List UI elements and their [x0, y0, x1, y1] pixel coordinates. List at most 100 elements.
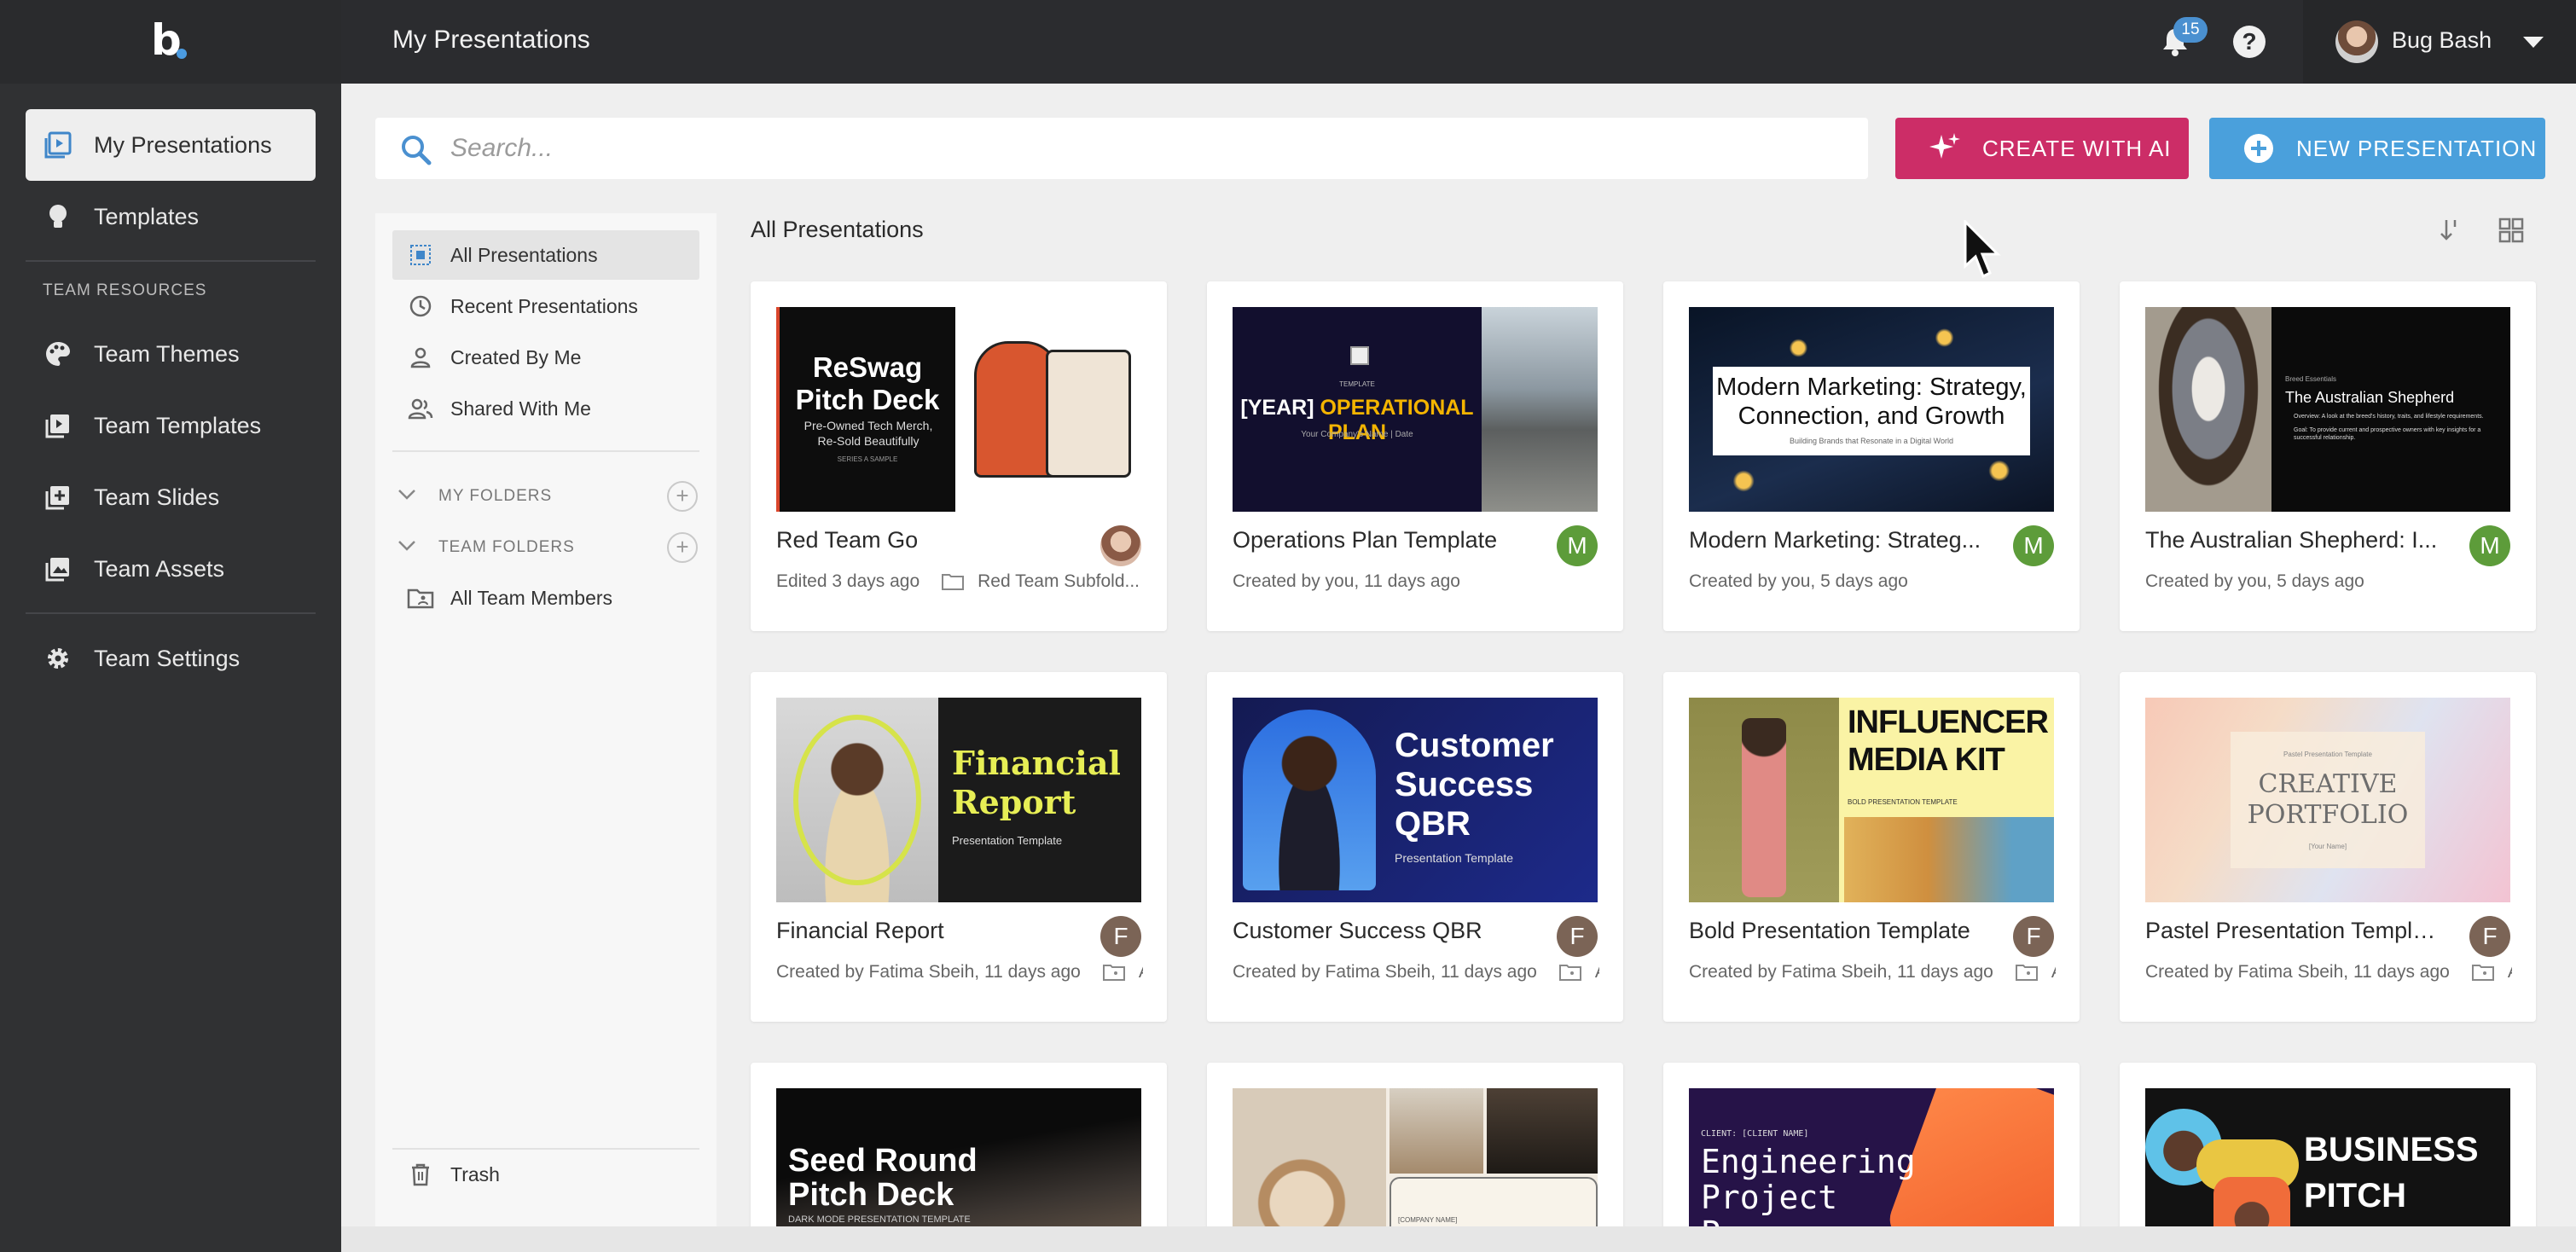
nav-label: Team Assets: [94, 555, 225, 582]
card-folder-name[interactable]: A: [1595, 962, 1599, 982]
merch-illustration: [1046, 350, 1131, 478]
lightbulb-icon: [41, 200, 75, 234]
card-folder-name[interactable]: A: [2051, 962, 2056, 982]
user-menu[interactable]: Bug Bash: [2303, 0, 2576, 84]
thumb-title: INFLUENCER: [1848, 704, 2049, 740]
presentation-thumbnail[interactable]: Modern Marketing: Strategy, Connection, …: [1689, 307, 2054, 512]
card-title: Customer Success QBR: [1233, 918, 1482, 943]
search-input[interactable]: [450, 128, 1815, 169]
thumb-subtitle: [Your Name]: [2308, 843, 2347, 850]
chevron-down-icon[interactable]: [397, 540, 423, 556]
nav-templates[interactable]: Templates: [26, 181, 316, 252]
folder-all-presentations[interactable]: All Presentations: [392, 230, 699, 280]
team-folder-icon: [1558, 964, 1581, 981]
mouse-cursor-icon: [1964, 218, 2003, 281]
card-meta-text: Created by Fatima Sbeih, 11 days ago: [776, 962, 1081, 982]
card-folder-name[interactable]: A: [1139, 962, 1143, 982]
folder-label: All Presentations: [450, 243, 598, 266]
avatar: M: [2013, 525, 2054, 566]
thumb-title: Pitch Deck: [788, 1177, 954, 1213]
thumb-title: Success: [1395, 766, 1534, 803]
thumb-title-year: [YEAR]: [1240, 396, 1314, 420]
presentation-card[interactable]: ReSwag Pitch Deck Pre-Owned Tech Merch, …: [751, 281, 1167, 631]
presentation-thumbnail[interactable]: Breed Essentials The Australian Shepherd…: [2145, 307, 2510, 512]
my-folders-group[interactable]: MY FOLDERS +: [392, 478, 699, 515]
presentation-thumbnail[interactable]: Pastel Presentation Template CREATIVE PO…: [2145, 698, 2510, 902]
chevron-down-icon[interactable]: [397, 489, 423, 505]
mountain-road-photo: [1482, 307, 1598, 512]
card-meta-text: Created by you, 5 days ago: [2145, 571, 2364, 591]
presentation-thumbnail[interactable]: INFLUENCER MEDIA KIT BOLD PRESENTATION T…: [1689, 698, 2054, 902]
nav-my-presentations[interactable]: My Presentations: [26, 109, 316, 181]
card-meta: Created by Fatima Sbeih, 11 days ago A: [1233, 962, 1599, 982]
presentation-thumbnail[interactable]: ReSwag Pitch Deck Pre-Owned Tech Merch, …: [776, 307, 1141, 512]
folder-all-team-members[interactable]: All Team Members: [392, 573, 699, 623]
section-title: All Presentations: [751, 217, 924, 242]
thumb-title: Customer: [1395, 727, 1554, 764]
sort-icon[interactable]: [2436, 217, 2463, 244]
folder-shared-with-me[interactable]: Shared With Me: [392, 384, 699, 433]
card-folder-name[interactable]: A: [2508, 962, 2512, 982]
presentation-card[interactable]: Pastel Presentation Template CREATIVE PO…: [2120, 672, 2536, 1022]
folder-label: Recent Presentations: [450, 294, 638, 317]
thumb-subtitle: Pre-Owned Tech Merch, Re-Sold Beautifull…: [804, 419, 933, 448]
create-with-ai-button[interactable]: CREATE WITH AI: [1895, 118, 2189, 179]
search-icon: [399, 133, 433, 167]
folder-created-by-me[interactable]: Created By Me: [392, 333, 699, 382]
top-bar: My Presentations 15 ? Bug Bash: [341, 0, 2576, 84]
palette-icon: [41, 337, 75, 371]
nav-team-assets[interactable]: Team Assets: [26, 533, 316, 605]
search-box: [375, 118, 1868, 179]
team-folders-group[interactable]: TEAM FOLDERS +: [392, 529, 699, 566]
thumb-tag: CLIENT: [CLIENT NAME]: [1701, 1129, 1809, 1139]
presentation-card[interactable]: Financial Report Presentation Template F…: [751, 672, 1167, 1022]
grid-view-icon[interactable]: [2498, 217, 2525, 244]
team-folders-label: TEAM FOLDERS: [438, 538, 575, 556]
card-folder-name[interactable]: Red Team Subfold...: [978, 571, 1140, 592]
notification-badge[interactable]: 15: [2173, 17, 2208, 43]
avatar: M: [1557, 525, 1598, 566]
presentation-card[interactable]: Seed Round Pitch Deck DARK MODE PRESENTA…: [751, 1063, 1167, 1252]
nav-team-settings[interactable]: Team Settings: [26, 623, 316, 694]
help-icon[interactable]: ?: [2233, 26, 2266, 58]
add-my-folder-button[interactable]: +: [667, 481, 698, 512]
thumb-subtitle: BOLD PRESENTATION TEMPLATE: [1848, 798, 1958, 806]
new-presentation-button[interactable]: NEW PRESENTATION: [2209, 118, 2545, 179]
avatar: [1100, 525, 1141, 566]
card-meta-text: Created by Fatima Sbeih, 11 days ago: [1689, 962, 1993, 982]
presentation-card[interactable]: CLIENT: [CLIENT NAME] Engineering Projec…: [1663, 1063, 2080, 1252]
card-meta: Created by Fatima Sbeih, 11 days ago A: [776, 962, 1143, 982]
card-meta-text: Created by you, 5 days ago: [1689, 571, 1908, 591]
card-meta-text: Edited 3 days ago: [776, 571, 920, 591]
page-title: My Presentations: [392, 26, 590, 54]
trash-folder[interactable]: Trash: [392, 1150, 699, 1199]
card-title: The Australian Shepherd: I...: [2145, 527, 2438, 553]
bottom-edge: [341, 1226, 2576, 1252]
presentation-card[interactable]: [COMPANY NAME]: [1207, 1063, 1623, 1252]
presentation-card[interactable]: Customer Success QBR Presentation Templa…: [1207, 672, 1623, 1022]
card-title: Bold Presentation Template: [1689, 918, 1970, 943]
thumb-title: PITCH: [2304, 1177, 2406, 1214]
add-team-folder-button[interactable]: +: [667, 532, 698, 563]
presentation-card[interactable]: TEMPLATE [YEAR] OPERATIONAL PLAN Your Co…: [1207, 281, 1623, 631]
card-meta: Created by you, 11 days ago: [1233, 571, 1599, 592]
nav-label: Team Slides: [94, 484, 220, 510]
presentation-thumbnail[interactable]: Customer Success QBR Presentation Templa…: [1233, 698, 1598, 902]
presentation-card[interactable]: INFLUENCER MEDIA KIT BOLD PRESENTATION T…: [1663, 672, 2080, 1022]
thumb-title: Report: [952, 783, 1076, 821]
nav-team-slides[interactable]: Team Slides: [26, 461, 316, 533]
nav-team-themes[interactable]: Team Themes: [26, 318, 316, 390]
presentation-card[interactable]: BUSINESS PITCH: [2120, 1063, 2536, 1252]
folder-recent-presentations[interactable]: Recent Presentations: [392, 281, 699, 331]
nav-team-templates[interactable]: Team Templates: [26, 390, 316, 461]
card-title: Modern Marketing: Strateg...: [1689, 527, 1981, 553]
left-sidebar: b My Presentations Templates TEAM RESOUR…: [0, 0, 341, 1252]
presentation-thumbnail[interactable]: Financial Report Presentation Template: [776, 698, 1141, 902]
avatar: F: [1100, 916, 1141, 957]
presentation-thumbnail[interactable]: TEMPLATE [YEAR] OPERATIONAL PLAN Your Co…: [1233, 307, 1598, 512]
presentation-card[interactable]: Breed Essentials The Australian Shepherd…: [2120, 281, 2536, 631]
logo-area: b: [0, 0, 341, 84]
presentation-card[interactable]: Modern Marketing: Strategy, Connection, …: [1663, 281, 2080, 631]
thumb-subtitle: [COMPANY NAME]: [1398, 1216, 1458, 1224]
thumb-title: Project: [1701, 1179, 1838, 1216]
